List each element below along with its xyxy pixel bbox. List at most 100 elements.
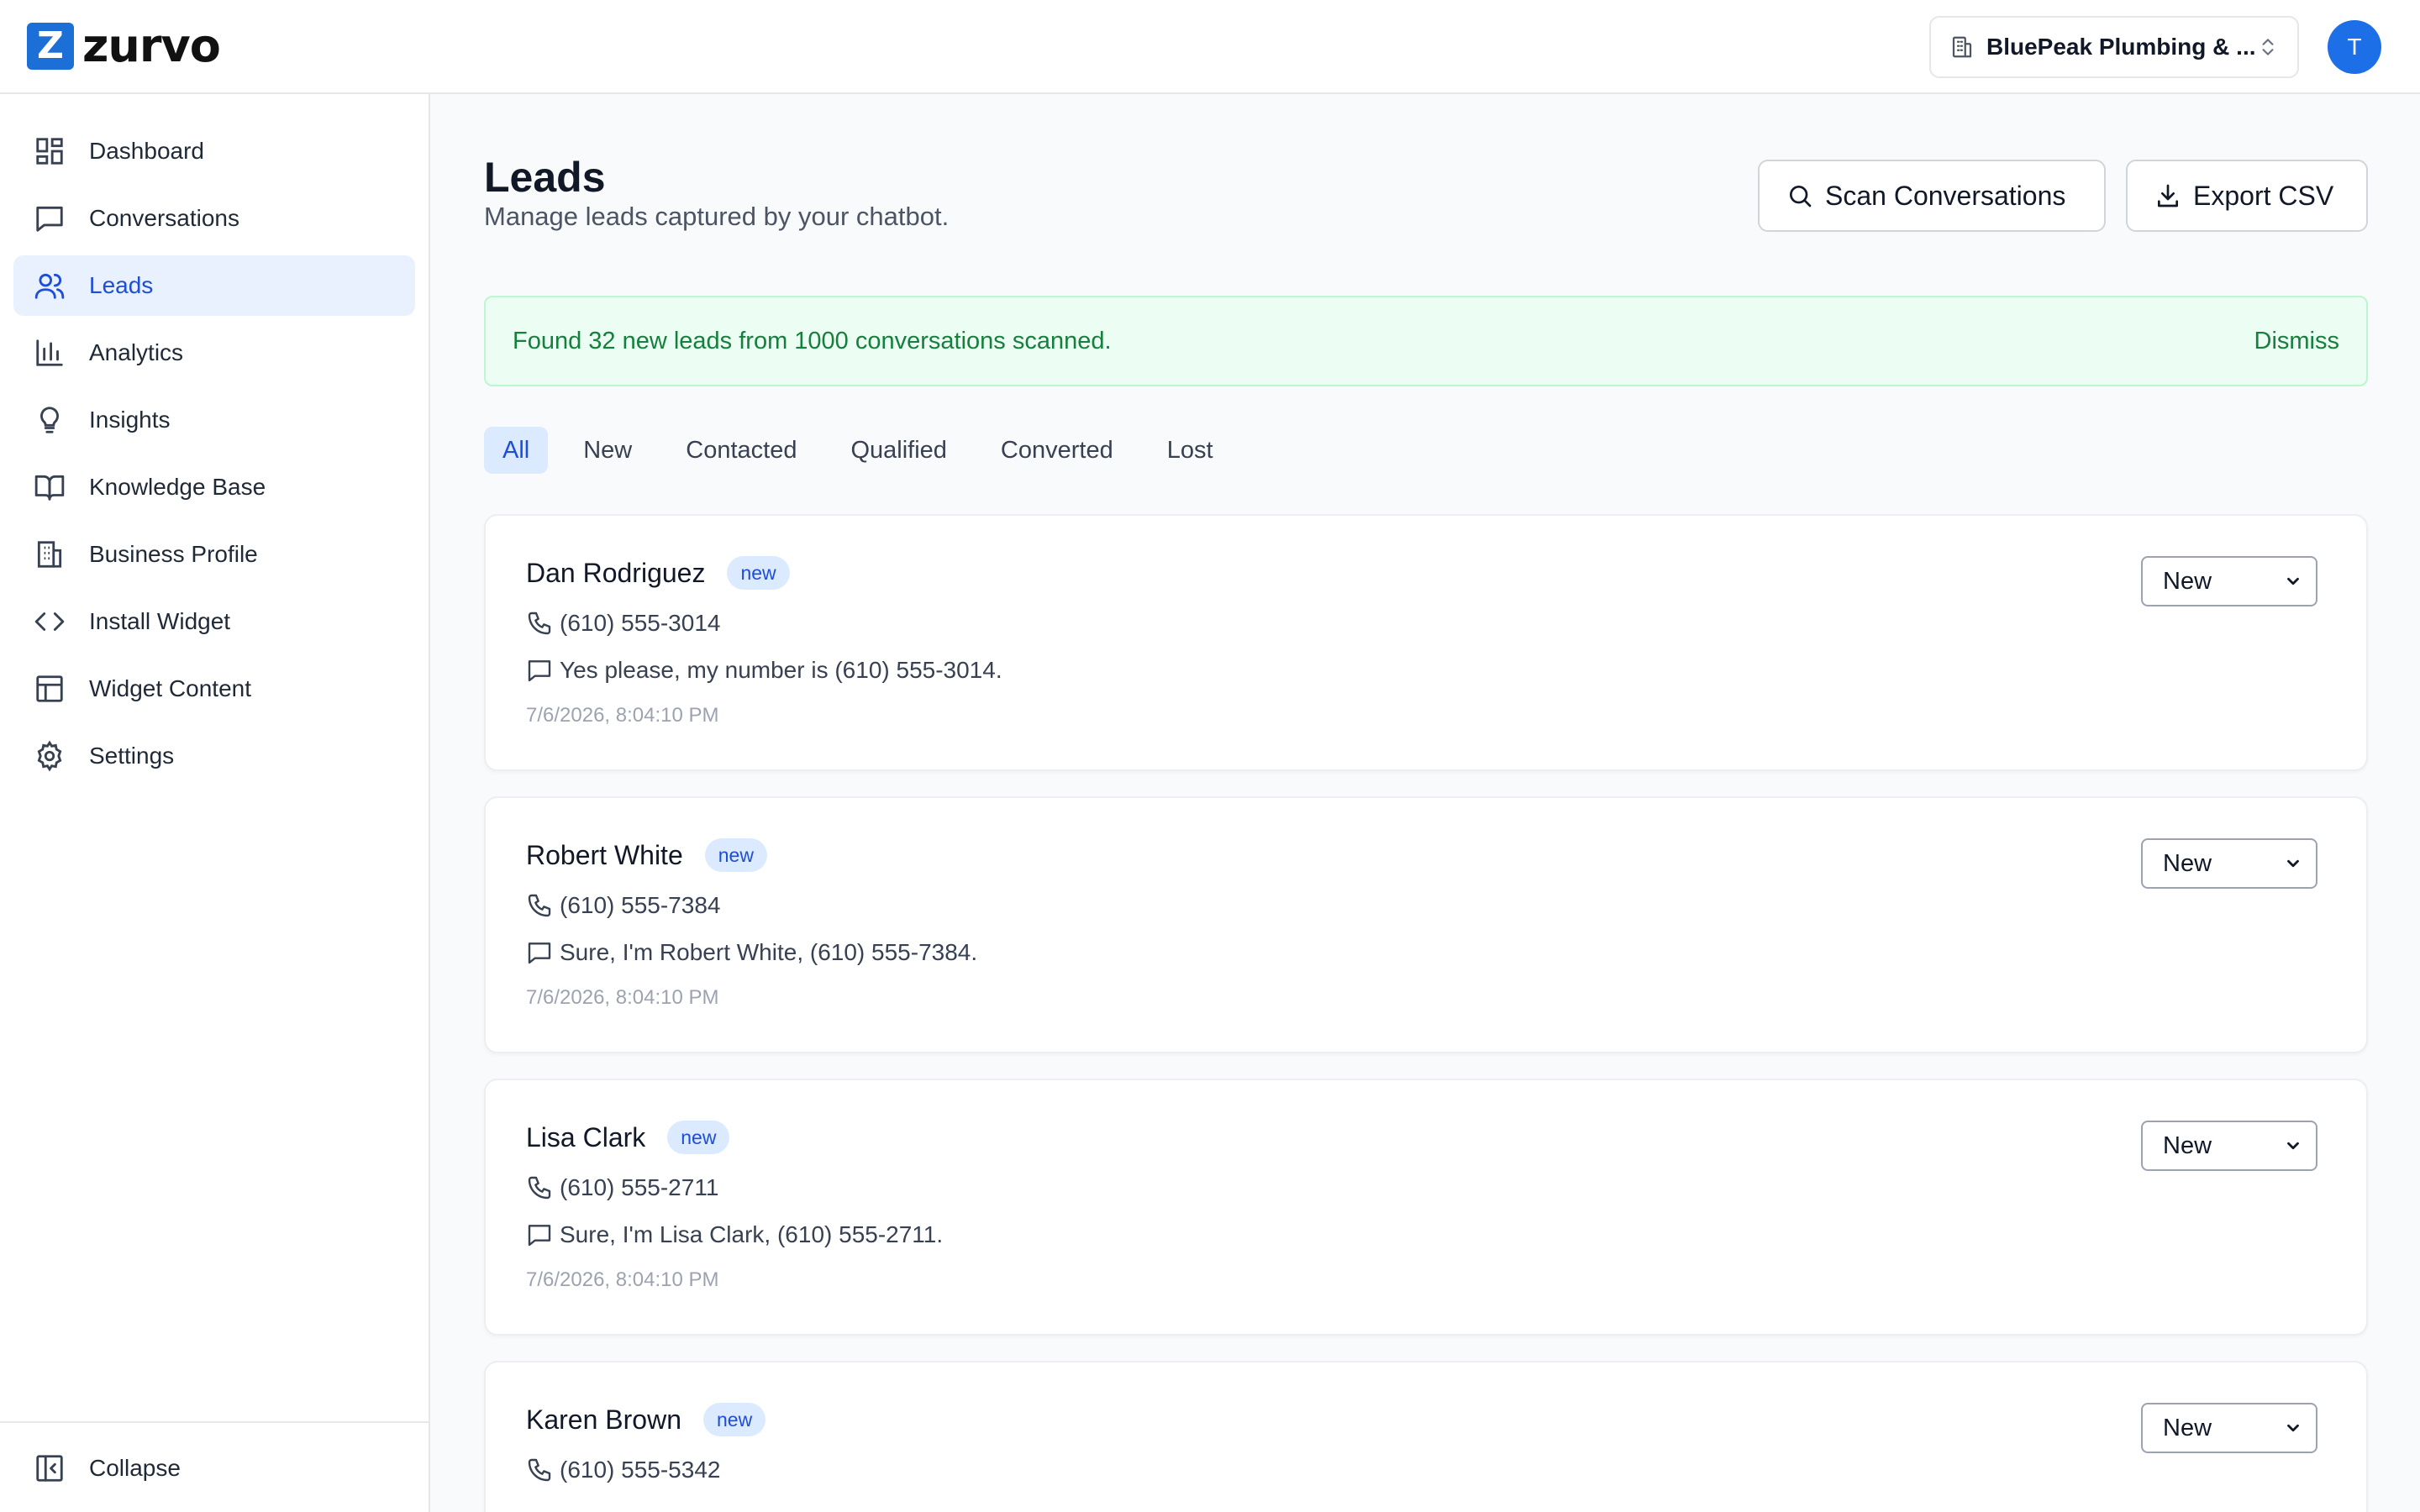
lead-phone-text: (610) 555-2711	[560, 1174, 719, 1200]
avatar[interactable]: T	[2328, 20, 2381, 74]
collapse-button[interactable]: Collapse	[13, 1438, 415, 1499]
chevron-down-icon	[2287, 577, 2299, 585]
sidebar-item-install-widget[interactable]: Install Widget	[13, 591, 415, 652]
sidebar-item-label: Settings	[89, 743, 175, 769]
building-icon	[37, 541, 62, 568]
search-icon	[1790, 186, 1812, 207]
tab-qualified[interactable]: Qualified	[832, 427, 965, 474]
tab-converted[interactable]: Converted	[982, 427, 1132, 474]
status-badge: new	[727, 556, 790, 590]
sidebar-item-label: Widget Content	[89, 675, 251, 701]
users-icon	[34, 273, 65, 299]
lead-name: Lisa Clark	[526, 1121, 646, 1152]
tab-lost[interactable]: Lost	[1149, 427, 1232, 474]
tab-new[interactable]: New	[565, 427, 650, 474]
lead-status-value: New	[2163, 1414, 2212, 1441]
lead-phone: (610) 555-7384	[526, 892, 720, 919]
scan-conversations-label: Scan Conversations	[1825, 180, 2066, 211]
message-icon	[528, 660, 551, 682]
lead-status-select[interactable]: New	[2141, 838, 2317, 889]
lead-message-text: Yes please, my number is (610) 555-3014.	[560, 657, 1002, 683]
phone-icon	[528, 1458, 551, 1482]
lead-name-row: Lisa Clark new	[526, 1121, 730, 1154]
lead-timestamp: 7/6/2026, 8:04:10 PM	[526, 704, 719, 727]
org-switcher[interactable]: BluePeak Plumbing & ...	[1929, 16, 2299, 78]
lead-phone-text: (610) 555-3014	[560, 610, 721, 636]
download-icon	[2158, 184, 2178, 207]
top-bar: Z zurvo BluePeak Plumbing & ... T	[0, 0, 2420, 94]
sidebar-item-label: Dashboard	[89, 138, 204, 164]
chat-icon	[36, 206, 63, 232]
status-badge: new	[667, 1121, 730, 1154]
sidebar-item-label: Conversations	[89, 205, 239, 231]
sidebar-item-label: Analytics	[89, 339, 184, 365]
chevron-down-icon	[2287, 859, 2299, 868]
page-subtitle: Manage leads captured by your chatbot.	[484, 202, 950, 231]
sidebar-item-widget-content[interactable]: Widget Content	[13, 659, 415, 719]
sidebar-divider	[0, 1421, 429, 1423]
sidebar-item-label: Insights	[89, 407, 171, 433]
dashboard-icon	[36, 138, 63, 165]
scan-result-banner: Found 32 new leads from 1000 conversatio…	[484, 296, 2368, 386]
lead-status-value: New	[2163, 849, 2212, 877]
message-icon	[528, 942, 551, 964]
sidebar-item-leads[interactable]: Leads	[13, 255, 415, 316]
export-csv-label: Export CSV	[2193, 180, 2334, 211]
lead-name-row: Karen Brown new	[526, 1403, 766, 1436]
sidebar-item-insights[interactable]: Insights	[13, 390, 415, 450]
tab-contacted[interactable]: Contacted	[667, 427, 815, 474]
sidebar-item-label: Install Widget	[89, 608, 231, 634]
lead-phone-text: (610) 555-7384	[560, 892, 721, 918]
status-badge: new	[702, 1403, 766, 1436]
lead-status-select[interactable]: New	[2141, 1403, 2317, 1453]
lead-name: Dan Rodriguez	[526, 557, 706, 588]
sidebar-item-dashboard[interactable]: Dashboard	[13, 121, 415, 181]
sidebar-item-business-profile[interactable]: Business Profile	[13, 524, 415, 585]
lead-name: Robert White	[526, 839, 683, 870]
lead-status-value: New	[2163, 567, 2212, 595]
lead-card: Lisa Clark new (610) 555-2711 Sure, I'm …	[484, 1079, 2368, 1336]
sidebar-item-conversations[interactable]: Conversations	[13, 188, 415, 249]
sidebar-item-knowledge-base[interactable]: Knowledge Base	[13, 457, 415, 517]
lead-card: Dan Rodriguez new (610) 555-3014 Yes ple…	[484, 514, 2368, 771]
lead-phone: (610) 555-3014	[526, 610, 720, 637]
lead-timestamp: 7/6/2026, 8:04:10 PM	[526, 986, 719, 1009]
lead-status-select[interactable]: New	[2141, 1121, 2317, 1171]
lead-name-row: Robert White new	[526, 838, 767, 872]
lead-name: Karen Brown	[526, 1404, 681, 1435]
message-icon	[528, 1225, 551, 1247]
lightbulb-icon	[40, 407, 59, 433]
chevron-up-down-icon	[2262, 39, 2274, 55]
book-icon	[34, 475, 65, 501]
collapse-sidebar-icon	[36, 1455, 63, 1482]
lead-phone-text: (610) 555-5342	[560, 1457, 721, 1483]
collapse-label: Collapse	[89, 1455, 181, 1481]
sidebar-item-label: Leads	[89, 272, 154, 298]
code-icon	[34, 612, 65, 631]
gear-icon	[37, 740, 62, 772]
scan-conversations-button[interactable]: Scan Conversations	[1758, 160, 2106, 232]
building-icon	[1952, 36, 1972, 58]
phone-icon	[528, 1176, 551, 1200]
page-title: Leads	[484, 154, 606, 201]
lead-status-value: New	[2163, 1131, 2212, 1159]
export-csv-button[interactable]: Export CSV	[2126, 160, 2368, 232]
org-name: BluePeak Plumbing & ...	[1986, 34, 2256, 60]
sidebar: Dashboard Conversations Leads Analytics …	[0, 94, 430, 1512]
sidebar-item-settings[interactable]: Settings	[13, 726, 415, 786]
logo[interactable]: Z zurvo	[27, 19, 221, 72]
dismiss-button[interactable]: Dismiss	[2254, 328, 2340, 355]
chevron-down-icon	[2287, 1142, 2299, 1150]
sidebar-item-label: Knowledge Base	[89, 474, 266, 500]
logo-text: zurvo	[82, 19, 221, 72]
banner-message: Found 32 new leads from 1000 conversatio…	[513, 327, 1112, 354]
lead-phone: (610) 555-2711	[526, 1174, 718, 1201]
main-content: Leads Manage leads captured by your chat…	[430, 94, 2420, 1512]
lead-timestamp: 7/6/2026, 8:04:10 PM	[526, 1268, 719, 1291]
lead-message: Sure, I'm Lisa Clark, (610) 555-2711.	[526, 1221, 943, 1248]
sidebar-item-analytics[interactable]: Analytics	[13, 323, 415, 383]
tab-all[interactable]: All	[484, 427, 549, 474]
lead-status-select[interactable]: New	[2141, 556, 2317, 606]
chevron-down-icon	[2287, 1424, 2299, 1432]
phone-icon	[528, 612, 551, 635]
